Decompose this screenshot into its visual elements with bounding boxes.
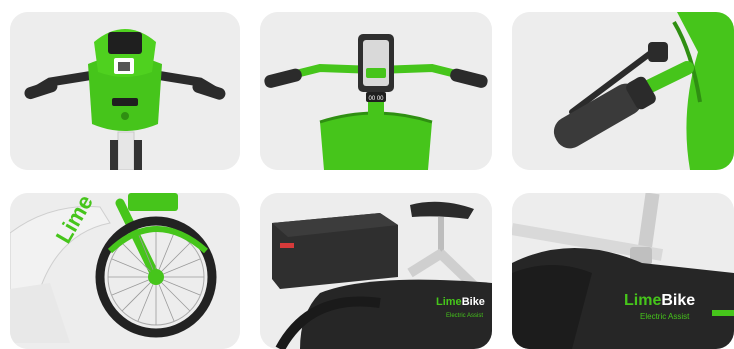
front-wheel-illustration: Lime (10, 193, 240, 349)
rear-box-view[interactable]: LimeBike Electric Assist (260, 193, 492, 349)
frame-logo-bike: Bike (661, 292, 695, 309)
rider-handlebar-illustration: 00 00 (260, 12, 492, 170)
grip-closeup-illustration (512, 12, 734, 170)
frame-logo-view[interactable]: LimeBike Electric Assist (512, 193, 734, 349)
frame-logo-sub: Electric Assist (640, 312, 690, 321)
rear-logo-bike: Bike (462, 296, 485, 308)
rear-frame-logo: LimeBike (436, 296, 485, 308)
mount-display-text: 00 00 (368, 96, 384, 102)
rear-box-illustration: LimeBike Electric Assist (260, 193, 492, 349)
rear-logo-lime: Lime (436, 296, 462, 308)
front-handlebar-view[interactable] (10, 12, 240, 170)
product-image-grid: 00 00 Lime LimeBike Electric Assist Lime… (0, 0, 734, 349)
front-wheel-view[interactable]: Lime (10, 193, 240, 349)
rear-frame-sub: Electric Assist (446, 313, 483, 319)
rider-handlebar-view[interactable]: 00 00 (260, 12, 492, 170)
frame-logo-illustration: LimeBike Electric Assist (512, 193, 734, 349)
grip-closeup-view[interactable] (512, 12, 734, 170)
frame-logo-lime: Lime (624, 292, 661, 309)
front-handlebar-illustration (10, 12, 240, 170)
frame-logo: LimeBike (624, 292, 695, 309)
